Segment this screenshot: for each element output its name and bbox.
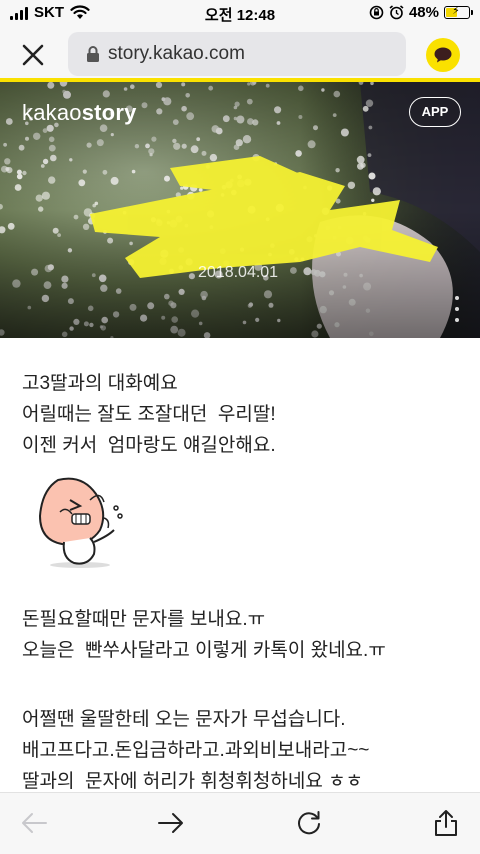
paragraph-3: 어쩔땐 울딸한테 오는 문자가 무섭습니다. 배고프다고.돈입금하라고.과외비보… xyxy=(22,704,369,792)
orientation-lock-icon xyxy=(369,5,384,20)
text-line: 이젠 커서 엄마랑도 얘길안해요. xyxy=(22,435,276,456)
carrier-label: SKT xyxy=(34,4,64,21)
kakaotalk-chat-button[interactable] xyxy=(426,38,460,72)
logo-regular: kakao xyxy=(22,100,82,125)
charging-bolt-icon: ⚡ xyxy=(452,5,460,17)
apeach-sticker xyxy=(38,477,123,568)
lock-icon xyxy=(87,46,99,62)
logo-bold: story xyxy=(81,100,137,125)
status-right: 48% ⚡ xyxy=(369,4,473,21)
address-bar[interactable]: story.kakao.com xyxy=(68,32,406,76)
more-vertical-icon[interactable] xyxy=(452,296,462,322)
battery-icon: ⚡ xyxy=(444,5,473,19)
paragraph-1: 고3딸과의 대화예요 어릴때는 잘도 조잘대던 우리딸! 이젠 커서 엄마랑도 … xyxy=(22,368,276,461)
browser-toolbar: story.kakao.com xyxy=(0,28,480,80)
status-bar: SKT 오전 12:48 48% ⚡ xyxy=(0,0,480,28)
text-line: 어릴때는 잘도 조잘대던 우리딸! xyxy=(22,404,276,425)
wifi-icon xyxy=(70,5,90,19)
kakaotalk-chat-icon xyxy=(434,47,452,63)
text-line: 딸과의 문자에 허리가 휘청휘청하네요 ㅎㅎ xyxy=(22,771,364,792)
back-arrow-icon[interactable] xyxy=(20,809,48,837)
kakaostory-logo[interactable]: kakaostory xyxy=(22,100,137,126)
text-line: 고3딸과의 대화예요 xyxy=(22,373,178,394)
share-icon[interactable] xyxy=(432,809,460,837)
app-button[interactable]: APP xyxy=(409,97,461,127)
text-line: 돈필요할때만 문자를 보내요.ㅠ xyxy=(22,609,266,630)
story-cover: kakaostory APP 2018.04.01 xyxy=(0,82,480,338)
status-left: SKT xyxy=(10,4,90,21)
paragraph-2: 돈필요할때만 문자를 보내요.ㅠ 오늘은 빤쑤사달라고 이렇게 카톡이 왔네요.… xyxy=(22,604,386,666)
forward-arrow-icon[interactable] xyxy=(157,809,185,837)
browser-bottom-toolbar xyxy=(0,792,480,854)
battery-percent: 48% xyxy=(408,4,439,21)
post-content: 고3딸과의 대화예요 어릴때는 잘도 조잘대던 우리딸! 이젠 커서 엄마랑도 … xyxy=(0,338,480,792)
close-icon[interactable] xyxy=(18,40,48,70)
post-date: 2018.04.01 xyxy=(198,264,279,281)
alarm-icon xyxy=(389,5,404,20)
signal-bars-icon xyxy=(10,6,28,20)
text-line: 오늘은 빤쑤사달라고 이렇게 카톡이 왔네요.ㅠ xyxy=(22,640,386,661)
url-text: story.kakao.com xyxy=(108,43,245,64)
text-line: 어쩔땐 울딸한테 오는 문자가 무섭습니다. xyxy=(22,709,346,730)
text-line: 배고프다고.돈입금하라고.과외비보내라고~~ xyxy=(22,740,370,761)
reload-icon[interactable] xyxy=(295,809,323,837)
